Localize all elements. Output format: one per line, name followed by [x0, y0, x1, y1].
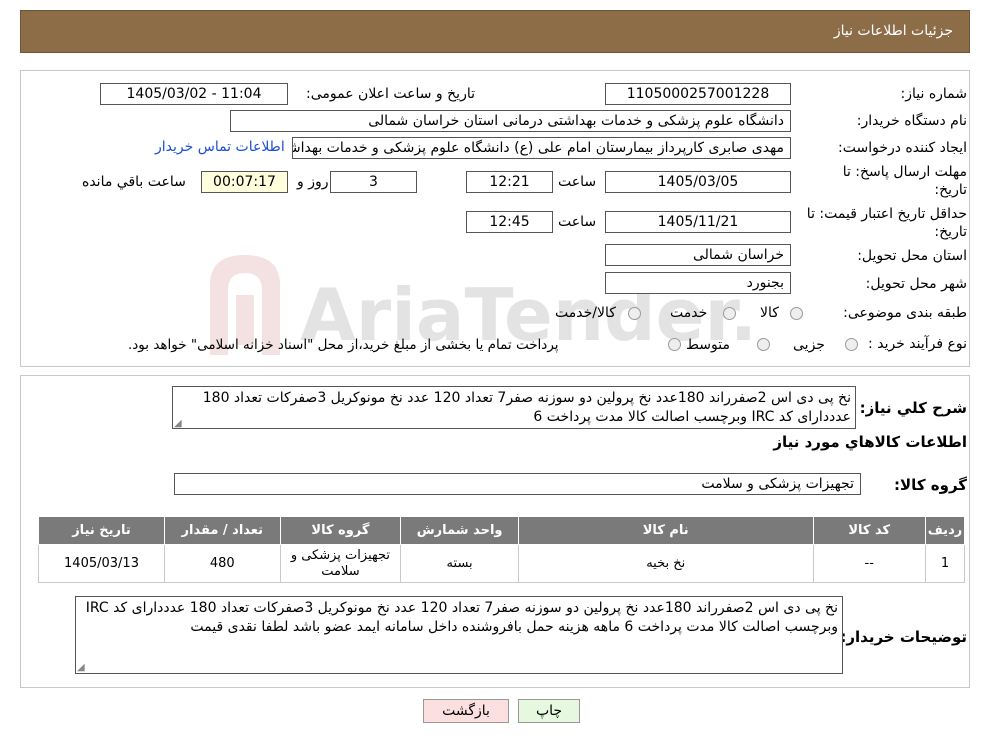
summary-text: نخ پی دی اس 2صفرراند 180عدد نخ پرولین دو… — [202, 390, 851, 425]
category-radio-service[interactable] — [723, 307, 736, 320]
cell-unit: بسته — [400, 544, 519, 583]
cell-name: نخ بخیه — [517, 544, 814, 583]
cell-row: 1 — [924, 544, 966, 583]
announce-field: 1405/03/02 - 11:04 — [100, 83, 288, 105]
col-name: نام کالا — [517, 516, 814, 545]
col-unit: واحد شمارش — [400, 516, 519, 545]
col-code: کد کالا — [812, 516, 926, 545]
category-option-service: خدمت — [670, 305, 708, 321]
buyer-org-label: نام دستگاه خریدار: — [856, 113, 967, 129]
col-qty: تعداد / مقدار — [164, 516, 281, 545]
buyer-org-field: دانشگاه علوم پزشکی و خدمات بهداشتی درمان… — [230, 110, 791, 132]
cell-code: -- — [812, 544, 926, 583]
deadline-time-label: ساعت — [558, 174, 597, 190]
need-number-field: 1105000257001228 — [605, 83, 791, 105]
page-header: جزئیات اطلاعات نیاز — [20, 10, 970, 53]
buyer-notes-text: نخ پی دی اس 2صفرراند 180عدد نخ پرولین دو… — [85, 600, 838, 635]
province-label: استان محل تحویل: — [857, 248, 967, 264]
items-section-title: اطلاعات کالاهاي مورد نياز — [773, 433, 967, 451]
cell-group: تجهیزات پزشکی و سلامت — [279, 544, 402, 583]
announce-label: تاریخ و ساعت اعلان عمومی: — [306, 86, 475, 102]
table-header-row: ردیف کد کالا نام کالا واحد شمارش گروه کا… — [38, 516, 966, 545]
deadline-label-2: تاریخ: — [934, 182, 967, 198]
validity-time-label: ساعت — [558, 214, 597, 230]
validity-label-2: تاریخ: — [934, 224, 967, 240]
process-label: نوع فرآیند خرید : — [868, 336, 967, 352]
city-field: بجنورد — [605, 272, 791, 294]
col-group: گروه کالا — [279, 516, 402, 545]
cell-date: 1405/03/13 — [38, 544, 165, 583]
category-radio-both[interactable] — [628, 307, 641, 320]
category-label: طبقه بندی موضوعی: — [843, 305, 967, 321]
time-remaining-label: ساعت باقي مانده — [82, 174, 186, 190]
category-option-goods: کالا — [760, 305, 779, 321]
deadline-date-field: 1405/03/05 — [605, 171, 791, 193]
buyer-notes-textarea[interactable]: نخ پی دی اس 2صفرراند 180عدد نخ پرولین دو… — [75, 596, 843, 674]
process-radio-minor[interactable] — [845, 338, 858, 351]
process-note: پرداخت تمام یا بخشی از مبلغ خرید،از محل … — [128, 337, 559, 353]
validity-date-field: 1405/11/21 — [605, 211, 791, 233]
table-row: 1 -- نخ بخیه بسته تجهیزات پزشکی و سلامت … — [38, 544, 966, 583]
validity-time-field: 12:45 — [466, 211, 553, 233]
validity-label: حداقل تاریخ اعتبار قیمت: تا — [806, 206, 967, 222]
items-table: ردیف کد کالا نام کالا واحد شمارش گروه کا… — [38, 516, 966, 583]
page-title: جزئیات اطلاعات نیاز — [833, 23, 953, 39]
category-option-both: کالا/خدمت — [555, 305, 616, 321]
process-radio-medium[interactable] — [757, 338, 770, 351]
summary-textarea[interactable]: نخ پی دی اس 2صفرراند 180عدد نخ پرولین دو… — [172, 386, 856, 429]
province-field: خراسان شمالی — [605, 244, 791, 266]
process-option-medium: متوسط — [686, 337, 730, 353]
summary-label: شرح کلي نياز: — [859, 399, 967, 417]
days-label: روز و — [297, 174, 329, 190]
resize-grip-icon[interactable]: ◢ — [174, 418, 182, 429]
creator-label: ایجاد کننده درخواست: — [838, 140, 967, 156]
resize-grip-icon[interactable]: ◢ — [77, 662, 85, 673]
category-radio-goods[interactable] — [790, 307, 803, 320]
process-radio-treasury[interactable] — [668, 338, 681, 351]
cell-qty: 480 — [164, 544, 281, 583]
back-button[interactable]: بازگشت — [423, 699, 509, 723]
col-date: تاریخ نیاز — [38, 516, 165, 545]
item-group-label: گروه کالا: — [894, 476, 967, 494]
buyer-contact-link[interactable]: اطلاعات تماس خریدار — [155, 139, 285, 155]
deadline-time-field: 12:21 — [466, 171, 553, 193]
need-number-label: شماره نیاز: — [900, 86, 968, 102]
city-label: شهر محل تحویل: — [865, 276, 967, 292]
time-remaining-field: 00:07:17 — [201, 171, 288, 193]
creator-field: مهدی صابری کارپرداز بیمارستان امام علی (… — [292, 137, 791, 159]
days-remaining-field: 3 — [330, 171, 417, 193]
print-button[interactable]: چاپ — [518, 699, 580, 723]
item-group-field: تجهیزات پزشکی و سلامت — [174, 473, 861, 495]
col-row: ردیف — [924, 516, 966, 545]
buyer-notes-label: توضیحات خریدار: — [840, 628, 967, 646]
process-option-minor: جزیی — [793, 337, 825, 353]
deadline-label: مهلت ارسال پاسخ: تا — [842, 164, 967, 180]
items-table-wrapper: ردیف کد کالا نام کالا واحد شمارش گروه کا… — [38, 516, 966, 583]
